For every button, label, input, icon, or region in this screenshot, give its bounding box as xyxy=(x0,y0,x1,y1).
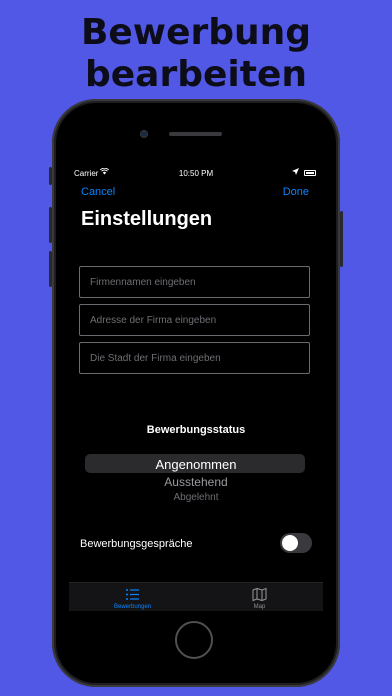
interviews-toggle-label: Bewerbungsgespräche xyxy=(80,538,193,550)
front-camera xyxy=(140,130,148,138)
done-button[interactable]: Done xyxy=(283,186,309,198)
headline-line2: bearbeiten xyxy=(84,54,307,95)
tab-applications[interactable]: Bewerbungen xyxy=(69,583,196,611)
volume-down-button xyxy=(49,251,52,287)
picker-option-accepted[interactable]: Angenommen xyxy=(69,457,323,472)
tab-map-label: Map xyxy=(253,604,266,610)
battery-icon xyxy=(304,170,316,176)
headline-line1: Bewerbung xyxy=(80,12,312,53)
cancel-button[interactable]: Cancel xyxy=(81,186,115,198)
company-address-input[interactable] xyxy=(79,304,310,336)
status-bar: Carrier 10:50 PM xyxy=(69,166,323,180)
map-icon xyxy=(252,587,267,602)
toggle-knob xyxy=(282,535,298,551)
list-icon xyxy=(125,587,140,602)
picker-option-pending[interactable]: Ausstehend xyxy=(69,475,323,489)
tab-bar: Bewerbungen Map xyxy=(69,582,323,611)
volume-up-button xyxy=(49,207,52,243)
power-button xyxy=(340,211,343,267)
interviews-toggle[interactable] xyxy=(280,533,312,553)
status-picker-label: Bewerbungsstatus xyxy=(146,424,246,436)
company-name-input[interactable] xyxy=(79,266,310,298)
tab-applications-label: Bewerbungen xyxy=(113,604,152,610)
app-screen: Carrier 10:50 PM Cancel Done Einstellung… xyxy=(69,166,323,611)
tab-map[interactable]: Map xyxy=(196,583,323,611)
mute-switch xyxy=(49,167,52,185)
earpiece-speaker xyxy=(169,132,222,136)
status-time: 10:50 PM xyxy=(178,169,214,178)
location-arrow-icon xyxy=(292,168,299,177)
home-button[interactable] xyxy=(175,621,213,659)
picker-option-rejected[interactable]: Abgelehnt xyxy=(69,492,323,503)
page-title: Einstellungen xyxy=(81,208,213,230)
company-city-input[interactable] xyxy=(79,342,310,374)
